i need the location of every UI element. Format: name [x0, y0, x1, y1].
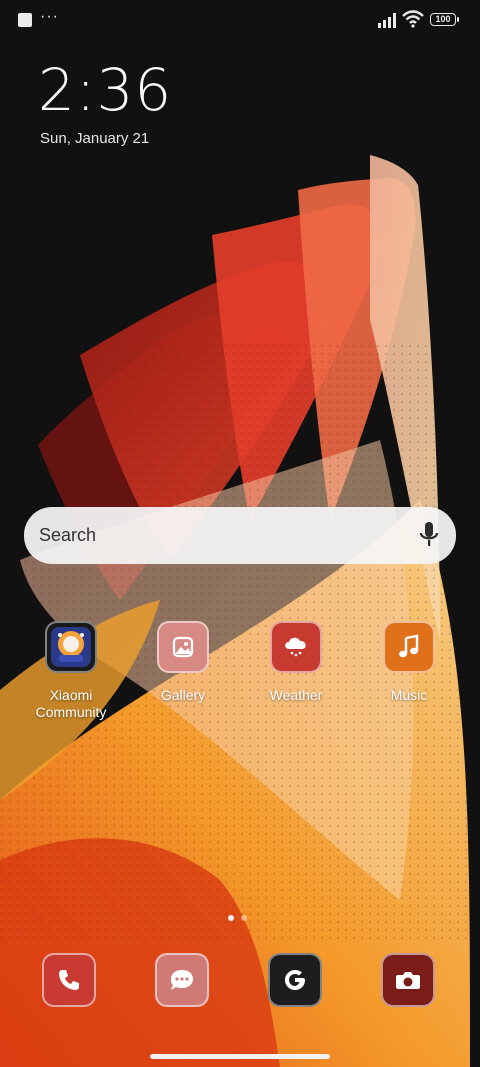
app-label: Xiaomi Community: [35, 687, 107, 720]
app-label: Music: [390, 687, 428, 703]
search-label: Search: [39, 525, 97, 545]
camera-icon: [396, 972, 420, 989]
messages-icon: [171, 970, 193, 990]
battery-indicator: 100: [430, 13, 459, 26]
phone-icon: [59, 970, 79, 990]
search-bar[interactable]: Search: [24, 507, 456, 564]
page-indicator: [228, 908, 254, 926]
weather-icon: [270, 621, 322, 673]
clock-date[interactable]: Sun, January 21: [40, 130, 149, 147]
google-icon: [285, 970, 305, 990]
microphone-icon[interactable]: [419, 521, 439, 549]
page-dot-active: [228, 915, 234, 921]
gallery-icon: [157, 621, 209, 673]
clock-time[interactable]: 2:36: [38, 56, 172, 124]
app-label: Gallery: [160, 687, 206, 703]
app-weather[interactable]: Weather: [251, 621, 341, 704]
app-music[interactable]: Music: [364, 621, 454, 704]
dock-google[interactable]: [268, 953, 322, 1007]
app-gallery[interactable]: Gallery: [138, 621, 228, 704]
signal-icon: [378, 13, 396, 28]
notification-icon: [18, 13, 32, 27]
xiaomi-community-icon: [45, 621, 97, 673]
dock-phone[interactable]: [42, 953, 96, 1007]
dock-camera[interactable]: [381, 953, 435, 1007]
more-notifications-indicator: ···: [40, 8, 59, 25]
app-xiaomi-community[interactable]: Xiaomi Community: [26, 621, 116, 721]
status-bar: ··· 100: [0, 0, 480, 44]
wifi-icon: [402, 10, 424, 28]
dock-messages[interactable]: [155, 953, 209, 1007]
app-label: Weather: [269, 687, 323, 703]
music-icon: [383, 621, 435, 673]
home-gesture-bar[interactable]: [150, 1054, 330, 1059]
page-dot: [241, 915, 247, 921]
